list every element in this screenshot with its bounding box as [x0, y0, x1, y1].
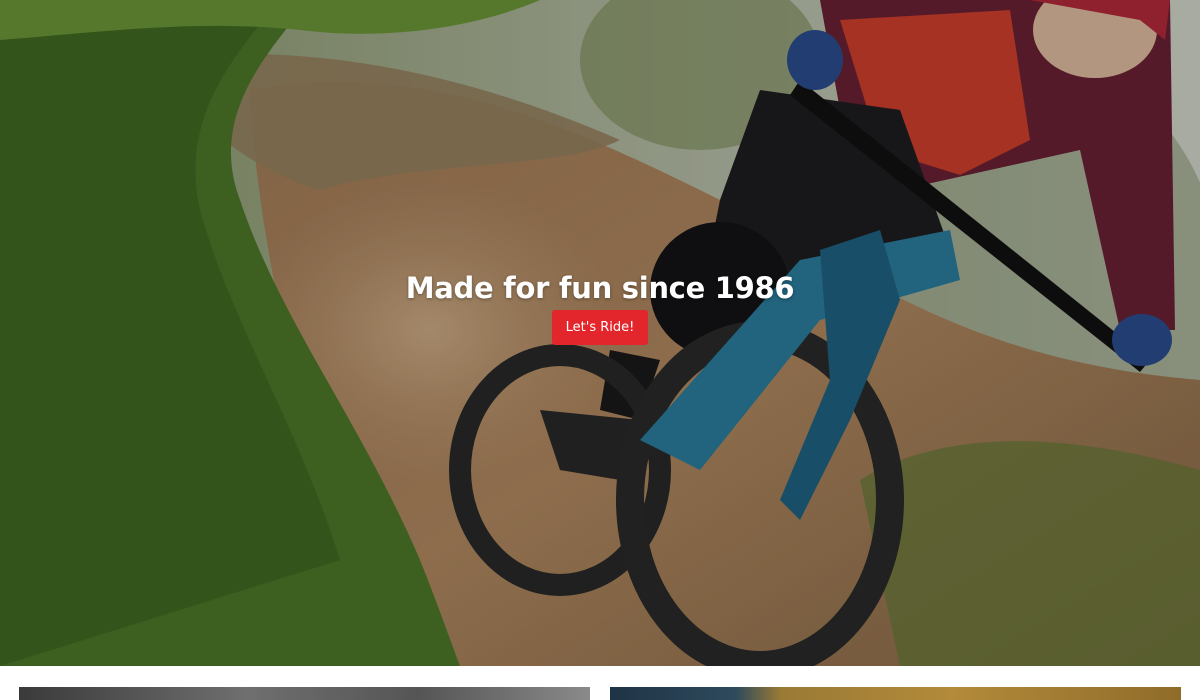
lets-ride-button[interactable]: Let's Ride! [551, 310, 649, 345]
feature-cards [0, 666, 1200, 700]
hero-content: Made for fun since 1986 Let's Ride! [0, 268, 1200, 345]
hero-title: Made for fun since 1986 [405, 271, 795, 305]
feature-card-left[interactable] [19, 687, 590, 700]
feature-card-right[interactable] [610, 687, 1181, 700]
hero-section: Made for fun since 1986 Let's Ride! [0, 0, 1200, 666]
